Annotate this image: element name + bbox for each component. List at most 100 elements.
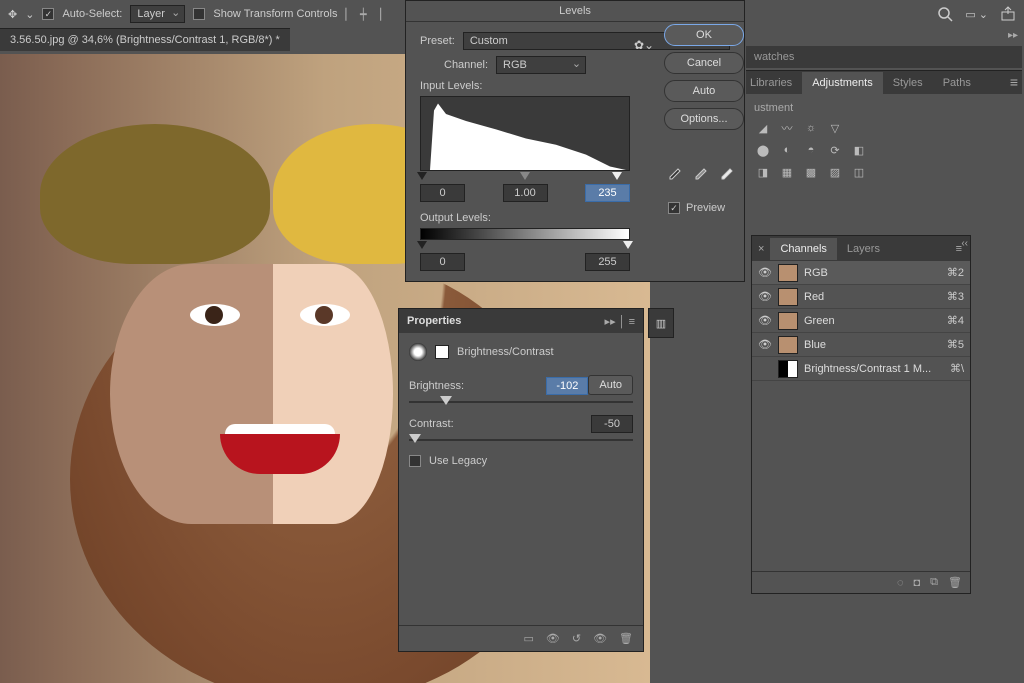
- histogram[interactable]: [420, 96, 630, 171]
- auto-button[interactable]: Auto: [664, 80, 744, 102]
- toggle-visibility-icon[interactable]: 👁: [593, 632, 607, 645]
- tab-styles[interactable]: Styles: [883, 72, 933, 94]
- preview-checkbox[interactable]: [668, 202, 680, 214]
- channel-row[interactable]: Brightness/Contrast 1 M...⌘\: [752, 357, 970, 381]
- channel-mixer-adj-icon[interactable]: ⟳: [826, 142, 844, 158]
- channel-name: Red: [804, 291, 941, 303]
- gradient-map-adj-icon[interactable]: ▨: [826, 164, 844, 180]
- midtone-slider-handle[interactable]: [520, 172, 530, 180]
- color-balance-adj-icon[interactable]: ◐: [778, 142, 796, 158]
- close-panel-icon[interactable]: ×: [752, 243, 770, 255]
- channel-row[interactable]: 👁Red⌘3: [752, 285, 970, 309]
- tab-libraries[interactable]: Libraries: [746, 72, 802, 94]
- channel-thumbnail: [778, 264, 798, 282]
- tab-paths[interactable]: Paths: [933, 72, 981, 94]
- move-tool-icon[interactable]: ✥: [8, 8, 17, 21]
- exposure-adj-icon[interactable]: ☼: [802, 120, 820, 136]
- show-transform-checkbox[interactable]: [193, 8, 205, 20]
- screen-mode-icon[interactable]: ▭ ⌄: [965, 8, 988, 21]
- input-shadow-field[interactable]: [420, 184, 465, 202]
- save-selection-icon[interactable]: ◘: [914, 577, 921, 589]
- contrast-field[interactable]: [591, 415, 633, 433]
- swatches-tab-partial[interactable]: watches: [746, 46, 1022, 68]
- panel-collapse-icon[interactable]: ‹‹: [961, 238, 968, 249]
- document-tab[interactable]: 3.56.50.jpg @ 34,6% (Brightness/Contrast…: [0, 28, 290, 51]
- channel-thumbnail: [778, 312, 798, 330]
- load-selection-icon[interactable]: ◌: [897, 577, 904, 589]
- preset-options-icon[interactable]: ✿⌄: [634, 38, 654, 52]
- options-button[interactable]: Options...: [664, 108, 744, 130]
- cancel-button[interactable]: Cancel: [664, 52, 744, 74]
- dialog-title: Levels: [406, 1, 744, 22]
- panel-menu-icon[interactable]: ≡: [1010, 74, 1018, 90]
- channel-name: Brightness/Contrast 1 M...: [804, 363, 944, 375]
- visibility-icon[interactable]: 👁: [758, 314, 772, 327]
- invert-adj-icon[interactable]: ◨: [754, 164, 772, 180]
- properties-auto-button[interactable]: Auto: [588, 375, 633, 395]
- posterize-adj-icon[interactable]: ▦: [778, 164, 796, 180]
- triangle-adj-icon[interactable]: ▽: [826, 120, 844, 136]
- output-levels-slider[interactable]: [420, 241, 630, 249]
- channels-panel: × Channels Layers ≡ 👁RGB⌘2👁Red⌘3👁Green⌘4…: [751, 235, 971, 594]
- channel-row[interactable]: 👁Green⌘4: [752, 309, 970, 333]
- align-left-icon[interactable]: ▏: [345, 8, 353, 21]
- output-shadow-field[interactable]: [420, 253, 465, 271]
- threshold-adj-icon[interactable]: ▩: [802, 164, 820, 180]
- search-icon[interactable]: [937, 6, 953, 22]
- selective-color-adj-icon[interactable]: ◫: [850, 164, 868, 180]
- contrast-slider[interactable]: [409, 439, 633, 441]
- channel-name: RGB: [804, 267, 941, 279]
- output-highlight-handle[interactable]: [623, 241, 633, 249]
- gray-point-eyedropper-icon[interactable]: [694, 165, 710, 184]
- tab-channels[interactable]: Channels: [770, 238, 836, 260]
- align-right-icon[interactable]: ▕: [373, 8, 381, 21]
- contrast-slider-handle[interactable]: [409, 434, 421, 443]
- visibility-icon[interactable]: 👁: [758, 338, 772, 351]
- new-channel-icon[interactable]: ⧉: [930, 576, 938, 589]
- brightness-field[interactable]: [546, 377, 588, 395]
- input-highlight-field[interactable]: [585, 184, 630, 202]
- brightness-slider-handle[interactable]: [440, 396, 452, 405]
- auto-select-checkbox[interactable]: [42, 8, 54, 20]
- curves-adj-icon[interactable]: 〰: [778, 120, 796, 136]
- collapse-icon[interactable]: ▸▸: [1008, 30, 1018, 41]
- visibility-icon[interactable]: 👁: [758, 290, 772, 303]
- input-midtone-field[interactable]: [503, 184, 548, 202]
- output-shadow-handle[interactable]: [417, 241, 427, 249]
- white-point-eyedropper-icon[interactable]: [720, 165, 736, 184]
- black-point-eyedropper-icon[interactable]: [668, 165, 684, 184]
- vibrance-adj-icon[interactable]: ◧: [850, 142, 868, 158]
- mask-thumbnail[interactable]: [435, 345, 449, 359]
- use-legacy-label: Use Legacy: [429, 455, 487, 467]
- ok-button[interactable]: OK: [664, 24, 744, 46]
- clip-to-layer-icon[interactable]: ▭: [523, 632, 533, 645]
- visibility-icon[interactable]: 👁: [758, 266, 772, 279]
- tool-preset-dropdown[interactable]: ⌄: [25, 8, 34, 21]
- output-highlight-field[interactable]: [585, 253, 630, 271]
- properties-panel: Properties ▸▸ │ ≡ Brightness/Contrast Au…: [398, 308, 644, 652]
- hue-sat-adj-icon[interactable]: ⬤: [754, 142, 772, 158]
- view-previous-icon[interactable]: 👁: [546, 632, 560, 645]
- delete-adjustment-icon[interactable]: 🗑: [619, 632, 633, 645]
- highlight-slider-handle[interactable]: [612, 172, 622, 180]
- levels-adj-icon[interactable]: ◢: [754, 120, 772, 136]
- share-icon[interactable]: [1000, 6, 1016, 22]
- properties-panel-dock-icon[interactable]: ▥: [648, 308, 674, 338]
- tab-layers[interactable]: Layers: [837, 238, 890, 260]
- use-legacy-checkbox[interactable]: [409, 455, 421, 467]
- contrast-label: Contrast:: [409, 418, 454, 430]
- channel-row[interactable]: 👁RGB⌘2: [752, 261, 970, 285]
- shadow-slider-handle[interactable]: [417, 172, 427, 180]
- brightness-slider[interactable]: [409, 401, 633, 403]
- auto-select-target-dropdown[interactable]: Layer: [130, 5, 185, 23]
- photo-filter-adj-icon[interactable]: ◓: [802, 142, 820, 158]
- channel-thumbnail: [778, 288, 798, 306]
- channel-dropdown[interactable]: RGB: [496, 56, 586, 74]
- properties-collapse-icon[interactable]: ▸▸ │ ≡: [605, 315, 635, 328]
- reset-icon[interactable]: ↺: [572, 632, 581, 645]
- delete-channel-icon[interactable]: 🗑: [948, 576, 962, 589]
- channel-row[interactable]: 👁Blue⌘5: [752, 333, 970, 357]
- tab-adjustments[interactable]: Adjustments: [802, 72, 883, 94]
- align-center-h-icon[interactable]: ┿: [360, 8, 367, 21]
- input-levels-slider[interactable]: [420, 172, 630, 180]
